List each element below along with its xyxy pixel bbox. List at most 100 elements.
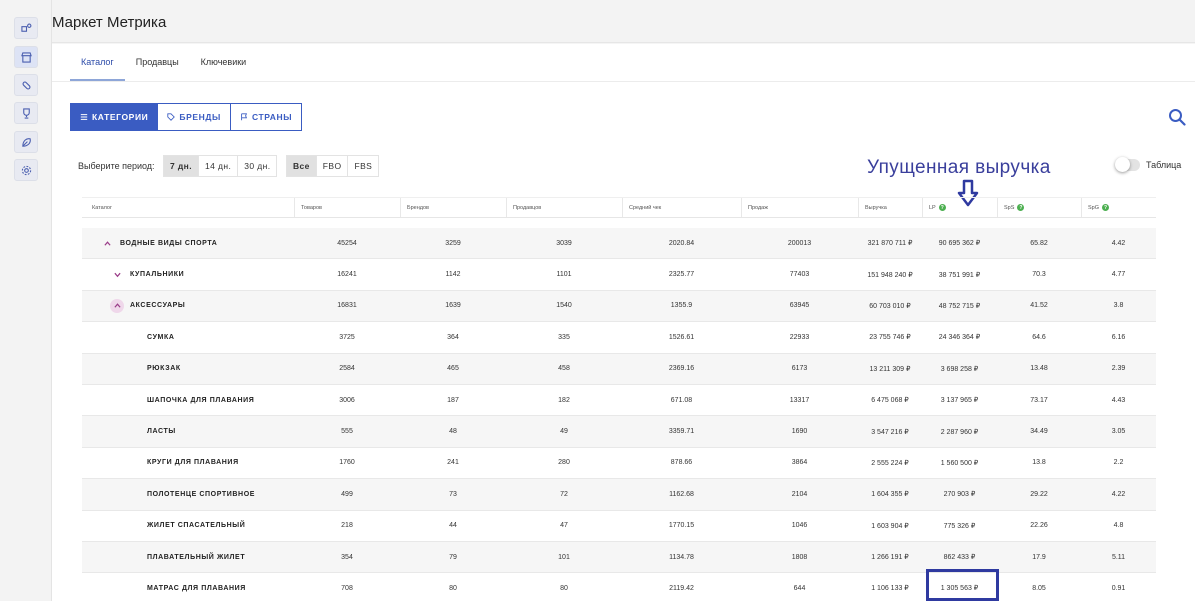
table-cell: 0.91 [1111,584,1126,592]
table-row[interactable]: ВОДНЫЕ ВИДЫ СПОРТА 45254 3259 3039 2020.84 20… [82,228,1156,260]
table-cell: 3 547 216 ₽ [871,428,909,436]
fulfillment-option[interactable]: FBO [316,156,349,176]
table-cell: 38 751 991 ₽ [938,271,981,279]
table-cell: 16831 [337,302,357,310]
column-header[interactable]: Товаров [294,198,400,217]
table-cell: 65.82 [1030,239,1048,247]
table-row[interactable]: ЖИЛЕТ СПАСАТЕЛЬНЫЙ 218 44 47 1770.15 1046 1 60… [82,511,1156,542]
table-cell: 3864 [791,459,808,467]
table-cell: 41.52 [1030,302,1048,310]
table-cell: 671.08 [670,396,693,404]
table-cell: 73 [449,490,457,498]
help-icon[interactable]: ? [1102,204,1110,211]
segment-brands-button[interactable]: БРЕНДЫ [158,104,231,130]
table-cell: 6.16 [1111,333,1126,341]
table-cell: 1 604 355 ₽ [871,491,909,499]
table-cell: 280 [558,459,570,467]
tab-2[interactable]: Ключевики [190,44,258,81]
table-cell: 241 [447,459,459,467]
table-cell: 24 346 364 ₽ [938,334,981,342]
help-icon[interactable]: ? [1017,204,1025,211]
table-cell: 354 [341,553,353,561]
table-row[interactable]: АКСЕССУАРЫ 16831 1639 1540 1355.9 63945 60 703… [82,290,1156,323]
table-row[interactable]: ПОЛОТЕНЦЕ СПОРТИВНОЕ 499 73 72 1162.68 2104 1 … [82,479,1156,511]
table-cell: 17.9 [1032,553,1046,561]
column-header[interactable]: Каталог [82,198,294,217]
table-cell: 22.26 [1030,522,1048,530]
table-cell: 80 [560,584,568,592]
column-header[interactable]: Средний чек [622,198,741,217]
column-header[interactable]: SpS? [997,198,1081,217]
table-cell: 3725 [339,333,355,341]
table-row[interactable]: ШАПОЧКА ДЛЯ ПЛАВАНИЯ 3006 187 182 671.08 1331… [82,385,1156,417]
sidebar-settings-button[interactable] [14,159,38,181]
help-icon[interactable]: ? [938,204,946,211]
chevron-up-icon[interactable] [100,236,114,250]
table-row[interactable]: СУМКА 3725 364 335 1526.61 22933 23 755 746 ₽ 2… [82,322,1156,354]
column-header[interactable]: Продавцов [506,198,622,217]
column-header-label: Выручка [865,204,887,211]
column-header-label: Продавцов [513,204,542,211]
chevron-down-icon[interactable] [110,268,124,282]
table-row[interactable]: КУПАЛЬНИКИ 16241 1142 1101 2325.77 77403 151 9… [82,259,1156,291]
sidebar-trophy-button[interactable] [14,102,38,124]
period-option[interactable]: 30 дн. [238,156,277,176]
app-title: Маркет Метрика [52,14,167,31]
column-header[interactable]: Продаж [741,198,858,217]
sidebar-leaf-button[interactable] [14,131,38,153]
column-header-label: SpG [1088,204,1100,211]
table-cell: 2584 [339,365,355,373]
table-cell: 4.42 [1111,239,1126,247]
table-cell: 2.39 [1111,365,1126,373]
column-header-label: Средний чек [629,204,662,211]
category-name-cell: ПЛАВАТЕЛЬНЫЙ ЖИЛЕТ [82,554,294,561]
column-header[interactable]: Выручка [858,198,922,217]
table-cell: 13317 [789,396,810,404]
column-header[interactable]: LP? [922,198,997,217]
chevron-up-icon[interactable] [110,298,124,313]
tab-0[interactable]: Каталог [70,44,125,81]
table-cell: 63945 [789,302,810,310]
search-icon[interactable] [1168,108,1186,126]
table-cell: 13 211 309 ₽ [869,365,911,373]
category-name-cell: КУПАЛЬНИКИ [82,268,294,282]
table-cell: 1540 [556,302,572,310]
table-cell: 13.8 [1032,459,1046,467]
table-row[interactable]: РЮКЗАК 2584 465 458 2369.16 6173 13 211 309 ₽ 3… [82,353,1156,385]
store-icon [20,51,32,63]
view-segment: КАТЕГОРИИ БРЕНДЫ СТРАНЫ [70,103,303,131]
period-option[interactable]: 14 дн. [198,156,239,176]
app-header: Маркет Метрика [52,0,1195,43]
category-name: АКСЕССУАРЫ [130,302,186,310]
toggle-switch[interactable] [1115,157,1140,172]
sidebar-puzzle-button[interactable] [14,17,38,39]
table-cell: 2020.84 [668,239,695,247]
table-cell: 1808 [791,553,808,561]
fulfillment-option[interactable]: FBS [348,156,379,176]
period-option[interactable]: 7 дн. [164,156,199,176]
table-cell: 2 555 224 ₽ [871,459,909,467]
category-name: МАТРАС ДЛЯ ПЛАВАНИЯ [147,584,246,592]
category-name-cell: ЛАСТЫ [82,428,294,435]
segment-countries-button[interactable]: СТРАНЫ [230,104,302,130]
table-cell: 364 [447,333,459,341]
tabs-divider [52,81,1195,82]
sidebar-pill-button[interactable] [14,74,38,96]
table-toggle[interactable]: Таблица [1115,157,1181,172]
catalog-table: Каталог Товаров Брендов Продавцов Средний че… [82,197,1156,601]
column-header[interactable]: Брендов [400,198,506,217]
column-header[interactable]: SpG? [1081,198,1156,217]
category-name-cell: АКСЕССУАРЫ [82,298,294,313]
table-row[interactable]: ЛАСТЫ 555 48 49 3359.71 1690 3 547 216 ₽ 2 287 … [82,416,1156,448]
fulfillment-option[interactable]: Все [287,156,317,176]
segment-categories-button[interactable]: КАТЕГОРИИ [71,104,159,130]
table-row[interactable]: КРУГИ ДЛЯ ПЛАВАНИЯ 1760 241 280 878.66 3864 2 … [82,448,1156,480]
table-cell: 16241 [337,271,357,279]
category-name-cell: ПОЛОТЕНЦЕ СПОРТИВНОЕ [82,491,294,498]
table-cell: 3006 [339,396,355,404]
tab-1[interactable]: Продавцы [125,44,190,81]
table-cell: 1770.15 [668,522,695,530]
sidebar-store-button[interactable] [14,46,38,68]
table-cell: 1134.78 [669,553,694,561]
column-header-label: Каталог [92,204,112,211]
